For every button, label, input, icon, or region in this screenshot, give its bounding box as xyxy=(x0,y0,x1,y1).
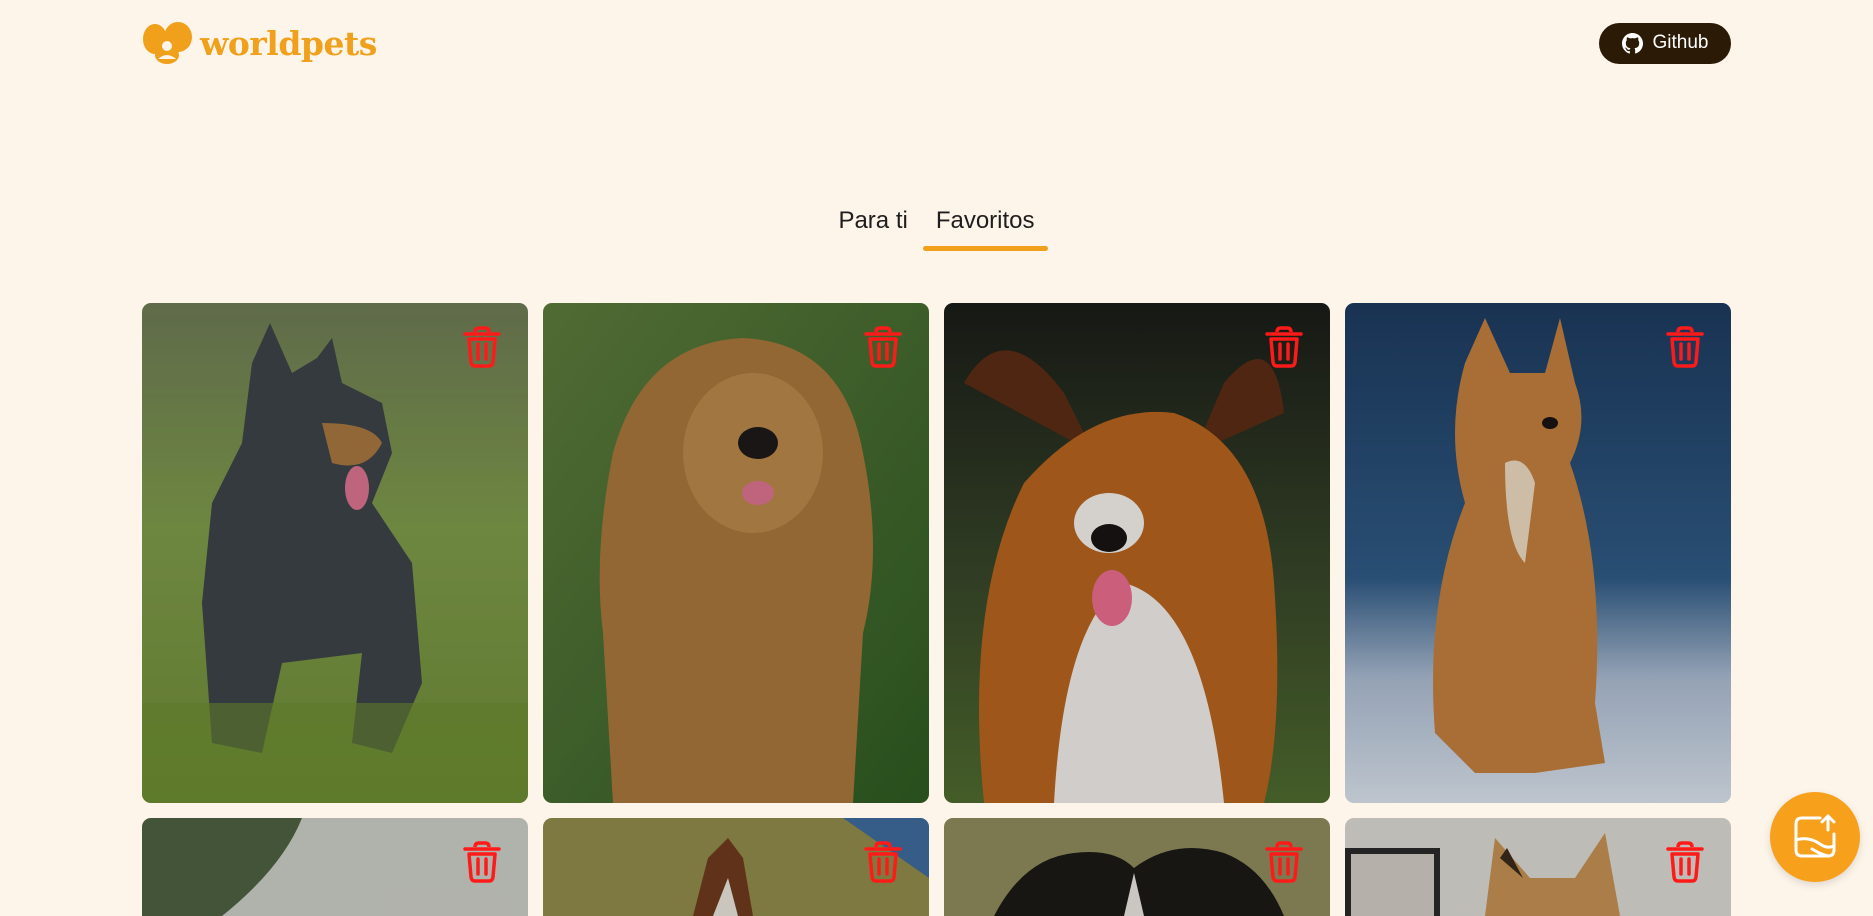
favorite-card[interactable] xyxy=(944,303,1330,803)
favorite-card[interactable] xyxy=(543,818,929,916)
trash-icon[interactable] xyxy=(863,840,903,884)
photo-overlay xyxy=(142,303,528,803)
favorite-card[interactable] xyxy=(1345,818,1731,916)
tab-para-ti[interactable]: Para ti xyxy=(825,203,920,247)
tab-bar: Para ti Favoritos xyxy=(0,203,1873,251)
trash-icon[interactable] xyxy=(863,325,903,369)
app-page: worldpets Github Para ti Favoritos xyxy=(0,0,1873,916)
favorite-card[interactable] xyxy=(944,818,1330,916)
upload-photo-button[interactable] xyxy=(1770,792,1860,882)
paw-logo-icon xyxy=(143,22,192,64)
photo-overlay xyxy=(1345,303,1731,803)
trash-icon[interactable] xyxy=(462,840,502,884)
trash-icon[interactable] xyxy=(1264,840,1304,884)
upload-photo-icon xyxy=(1794,814,1836,858)
trash-icon[interactable] xyxy=(1665,840,1705,884)
header: worldpets Github xyxy=(142,20,1731,66)
favorite-card[interactable] xyxy=(142,303,528,803)
favorite-card[interactable] xyxy=(543,303,929,803)
tab-favoritos[interactable]: Favoritos xyxy=(922,203,1048,251)
github-icon xyxy=(1621,32,1643,53)
photo-overlay xyxy=(543,303,929,803)
trash-icon[interactable] xyxy=(1665,325,1705,369)
logo-text: worldpets xyxy=(200,23,377,63)
trash-icon[interactable] xyxy=(1264,325,1304,369)
favorite-card[interactable] xyxy=(142,818,528,916)
github-label: Github xyxy=(1652,32,1709,53)
photo-overlay xyxy=(944,303,1330,803)
github-button[interactable]: Github xyxy=(1599,22,1731,64)
logo[interactable]: worldpets xyxy=(142,21,377,65)
trash-icon[interactable] xyxy=(462,325,502,369)
favorite-card[interactable] xyxy=(1345,303,1731,803)
